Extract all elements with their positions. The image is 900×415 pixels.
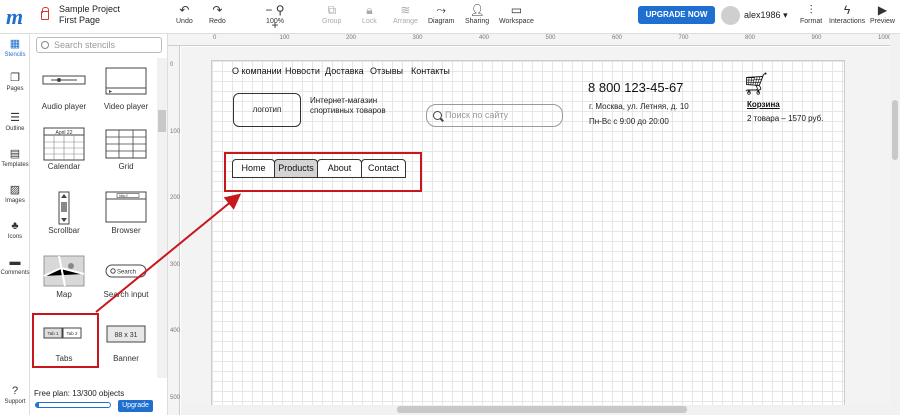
annotation-arrow — [95, 193, 242, 313]
